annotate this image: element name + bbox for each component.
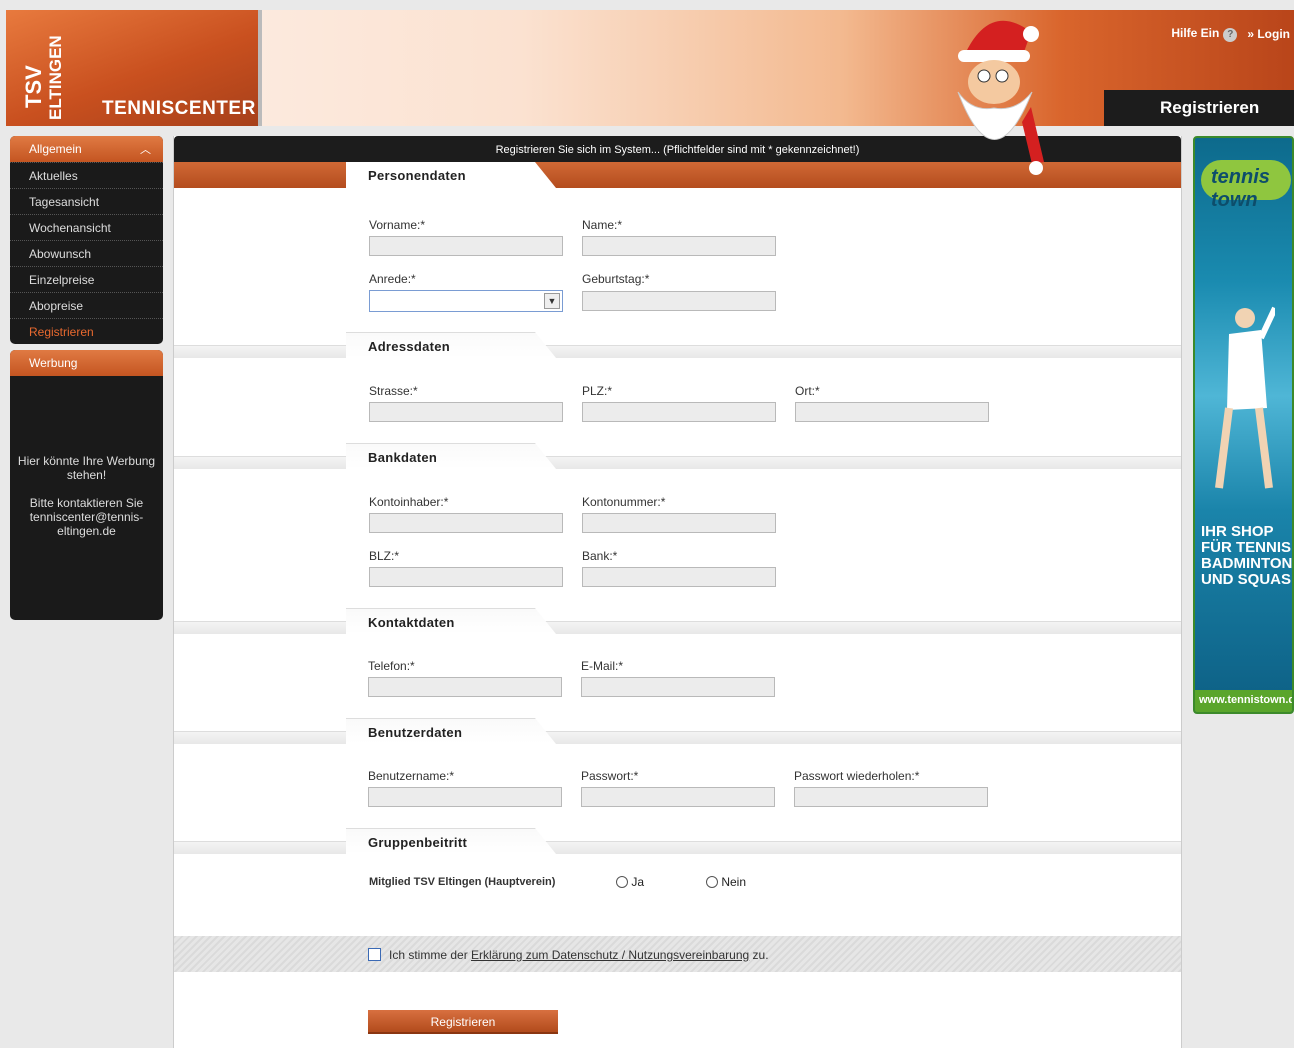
section-bankdaten: Bankdaten xyxy=(174,443,1181,469)
bank-input[interactable] xyxy=(582,567,776,587)
plz-label: PLZ:* xyxy=(582,384,613,398)
radio-ja[interactable]: Ja xyxy=(616,875,644,889)
registration-form: Registrieren Sie sich im System... (Pfli… xyxy=(173,136,1182,1048)
logo-mark: TSV ELTINGEN xyxy=(21,35,65,120)
sidebar: Allgemein ︿ Aktuelles Tagesansicht Woche… xyxy=(10,136,163,620)
sidebar-menu: Allgemein ︿ Aktuelles Tagesansicht Woche… xyxy=(10,136,163,344)
page-heading: Registrieren xyxy=(1104,90,1294,126)
tennistown-url[interactable]: www.tennistown.de xyxy=(1195,690,1292,712)
radio-nein-button[interactable] xyxy=(706,876,718,888)
header-links: Hilfe Ein? » Login xyxy=(1171,26,1290,42)
chevron-up-icon[interactable]: ︿ xyxy=(140,141,151,157)
sidebar-item-einzelpreise[interactable]: Einzelpreise xyxy=(10,266,163,292)
page-header: TSV ELTINGEN TENNISCENTER Hilfe Ein? » L… xyxy=(6,10,1294,175)
sidebar-ad: Werbung Hier könnte Ihre Werbung stehen!… xyxy=(10,350,163,620)
radio-ja-button[interactable] xyxy=(616,876,628,888)
anrede-select[interactable]: ▼ xyxy=(369,290,563,312)
section-gruppenbeitritt: Gruppenbeitritt xyxy=(174,828,1181,854)
name-label: Name:* xyxy=(582,218,623,232)
logo[interactable]: TSV ELTINGEN TENNISCENTER xyxy=(6,10,262,126)
mitglied-label: Mitglied TSV Eltingen (Hauptverein) xyxy=(369,876,556,888)
tennistown-slogan: IHR SHOP FÜR TENNIS, BADMINTON UND SQUAS… xyxy=(1201,523,1294,588)
anrede-label: Anrede:* xyxy=(369,272,416,286)
blz-label: BLZ:* xyxy=(369,549,400,563)
sidebar-item-wochenansicht[interactable]: Wochenansicht xyxy=(10,214,163,240)
ort-input[interactable] xyxy=(795,402,989,422)
section-kontaktdaten: Kontaktdaten xyxy=(174,608,1181,634)
radio-nein[interactable]: Nein xyxy=(706,875,746,889)
sidebar-menu-header[interactable]: Allgemein ︿ xyxy=(10,136,163,162)
plz-input[interactable] xyxy=(582,402,776,422)
strasse-label: Strasse:* xyxy=(369,384,418,398)
kontonummer-input[interactable] xyxy=(582,513,776,533)
chevron-down-icon[interactable]: ▼ xyxy=(544,293,560,309)
sidebar-item-aktuelles[interactable]: Aktuelles xyxy=(10,162,163,188)
help-toggle[interactable]: Hilfe Ein? xyxy=(1171,26,1238,42)
kontonummer-label: Kontonummer:* xyxy=(582,495,666,509)
ort-label: Ort:* xyxy=(795,384,820,398)
tennistown-ad[interactable]: tennis town IHR SHOP FÜR TENNIS, BADMINT… xyxy=(1193,136,1294,714)
geburtstag-label: Geburtstag:* xyxy=(582,272,650,286)
sidebar-ad-header: Werbung xyxy=(10,350,163,376)
santa-illustration xyxy=(957,20,1044,175)
passwort-input[interactable] xyxy=(581,787,775,807)
tennis-player-illustration xyxy=(1215,306,1275,489)
agreement-row: Ich stimme der Erklärung zum Datenschutz… xyxy=(174,936,1181,972)
privacy-link[interactable]: Erklärung zum Datenschutz / Nutzungsvere… xyxy=(471,948,749,962)
benutzername-input[interactable] xyxy=(368,787,562,807)
sidebar-item-tagesansicht[interactable]: Tagesansicht xyxy=(10,188,163,214)
email-label: E-Mail:* xyxy=(581,659,624,673)
kontoinhaber-input[interactable] xyxy=(369,513,563,533)
site-title: TENNISCENTER xyxy=(102,98,256,119)
sidebar-item-abowunsch[interactable]: Abowunsch xyxy=(10,240,163,266)
blz-input[interactable] xyxy=(369,567,563,587)
passwort-label: Passwort:* xyxy=(581,769,639,783)
geburtstag-input[interactable] xyxy=(582,291,776,311)
agreement-checkbox[interactable] xyxy=(368,948,381,961)
name-input[interactable] xyxy=(582,236,776,256)
register-button[interactable]: Registrieren xyxy=(368,1010,558,1034)
section-adressdaten: Adressdaten xyxy=(174,332,1181,358)
telefon-input[interactable] xyxy=(368,677,562,697)
sidebar-ad-text: Hier könnte Ihre Werbung stehen! Bitte k… xyxy=(17,454,156,538)
benutzername-label: Benutzername:* xyxy=(368,769,455,783)
tennistown-logo: tennis town xyxy=(1201,160,1291,211)
kontoinhaber-label: Kontoinhaber:* xyxy=(369,495,449,509)
agreement-text: Ich stimme der Erklärung zum Datenschutz… xyxy=(389,948,769,962)
login-link[interactable]: » Login xyxy=(1247,27,1290,41)
sidebar-item-abopreise[interactable]: Abopreise xyxy=(10,292,163,318)
vorname-input[interactable] xyxy=(369,236,563,256)
passwort-repeat-input[interactable] xyxy=(794,787,988,807)
vorname-label: Vorname:* xyxy=(369,218,426,232)
telefon-label: Telefon:* xyxy=(368,659,415,673)
bank-label: Bank:* xyxy=(582,549,618,563)
help-icon: ? xyxy=(1223,28,1238,42)
strasse-input[interactable] xyxy=(369,402,563,422)
sidebar-item-registrieren[interactable]: Registrieren xyxy=(10,318,163,344)
passwort-repeat-label: Passwort wiederholen:* xyxy=(794,769,920,783)
section-benutzerdaten: Benutzerdaten xyxy=(174,718,1181,744)
email-input[interactable] xyxy=(581,677,775,697)
